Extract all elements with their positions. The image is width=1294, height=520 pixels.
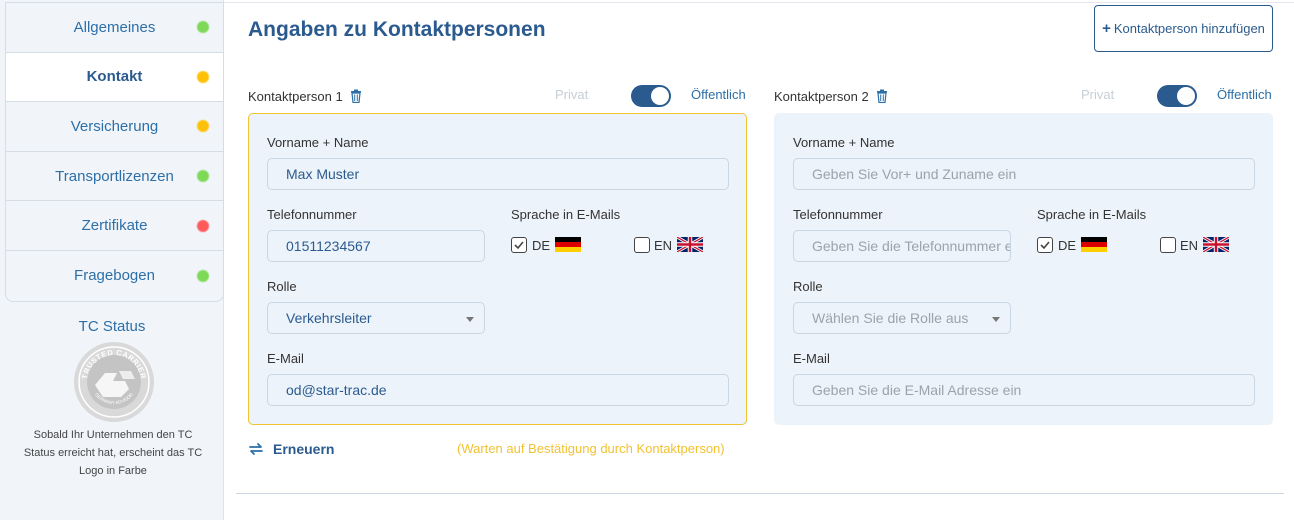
sidebar-item-versicherung[interactable]: Versicherung bbox=[6, 102, 223, 152]
sidebar-item-label: Transportlizenzen bbox=[55, 167, 174, 185]
page-title: Angaben zu Kontaktpersonen bbox=[248, 18, 546, 41]
role-label: Rolle bbox=[793, 279, 823, 294]
contact-2-header: Kontaktperson 2 bbox=[774, 86, 888, 106]
role-label: Rolle bbox=[267, 279, 297, 294]
status-dot-icon bbox=[197, 269, 209, 282]
sidebar-item-label: Zertifikate bbox=[81, 217, 148, 235]
check-icon bbox=[514, 241, 524, 250]
email-label: E-Mail bbox=[793, 351, 830, 366]
contact-1-card: Vorname + Name Max Muster Telefonnummer … bbox=[248, 113, 747, 425]
sidebar-item-allgemeines[interactable]: Allgemeines bbox=[6, 3, 223, 53]
refresh-icon bbox=[249, 443, 263, 455]
status-dot-icon bbox=[197, 219, 209, 232]
german-flag-icon bbox=[1081, 237, 1107, 252]
bottom-divider bbox=[236, 493, 1284, 494]
visibility-toggle[interactable] bbox=[1157, 85, 1197, 107]
role-placeholder: Wählen Sie die Rolle aus bbox=[812, 310, 969, 326]
role-selected-value: Verkehrsleiter bbox=[286, 310, 372, 326]
private-label: Privat bbox=[1081, 87, 1115, 102]
renew-label: Erneuern bbox=[273, 441, 335, 457]
status-dot-icon bbox=[197, 170, 209, 183]
email-label: E-Mail bbox=[267, 351, 304, 366]
language-label: Sprache in E-Mails bbox=[511, 207, 621, 222]
phone-label: Telefonnummer bbox=[267, 207, 357, 222]
lang-en-checkbox[interactable] bbox=[634, 237, 650, 253]
lang-de-checkbox[interactable] bbox=[1037, 237, 1053, 253]
sidebar: Allgemeines Kontakt Versicherung Transpo… bbox=[0, 0, 224, 520]
phone-input[interactable]: 01511234567 bbox=[267, 230, 485, 262]
contact-heading: Kontaktperson 2 bbox=[774, 88, 869, 104]
name-input[interactable]: Max Muster bbox=[267, 158, 729, 190]
lang-en-label: EN bbox=[1180, 238, 1199, 253]
german-flag-icon bbox=[555, 237, 581, 252]
trash-icon[interactable] bbox=[350, 89, 362, 103]
name-label: Vorname + Name bbox=[793, 135, 895, 150]
role-select[interactable]: Wählen Sie die Rolle aus bbox=[793, 302, 1011, 334]
role-select[interactable]: Verkehrsleiter bbox=[267, 302, 485, 334]
sidebar-nav: Allgemeines Kontakt Versicherung Transpo… bbox=[5, 2, 224, 302]
lang-de-checkbox[interactable] bbox=[511, 237, 527, 253]
add-contact-label: Kontaktperson hinzufügen bbox=[1113, 20, 1265, 36]
contact-1-header: Kontaktperson 1 bbox=[248, 86, 362, 106]
sidebar-item-label: Fragebogen bbox=[74, 267, 155, 285]
name-label: Vorname + Name bbox=[267, 135, 369, 150]
sidebar-item-label: Kontakt bbox=[86, 68, 143, 86]
status-dot-icon bbox=[197, 70, 209, 83]
private-label: Privat bbox=[555, 87, 589, 102]
sidebar-item-label: Versicherung bbox=[70, 117, 159, 135]
add-contact-button[interactable]: + Kontaktperson hinzufügen bbox=[1094, 5, 1273, 52]
renew-button[interactable]: Erneuern bbox=[248, 441, 334, 457]
phone-label: Telefonnummer bbox=[793, 207, 883, 222]
trash-icon[interactable] bbox=[876, 89, 888, 103]
lang-en-label: EN bbox=[654, 238, 673, 253]
lang-de-label: DE bbox=[1058, 238, 1077, 253]
chevron-down-icon bbox=[992, 317, 1000, 322]
check-icon bbox=[1040, 241, 1050, 250]
sidebar-item-label: Allgemeines bbox=[73, 18, 156, 36]
status-dot-icon bbox=[197, 120, 209, 133]
public-label: Öffentlich bbox=[691, 87, 746, 102]
sidebar-item-fragebogen[interactable]: Fragebogen bbox=[6, 251, 223, 301]
name-input[interactable]: Geben Sie Vor+ und Zuname ein bbox=[793, 158, 1255, 190]
lang-de-label: DE bbox=[532, 238, 551, 253]
waiting-status-text: (Warten auf Bestätigung durch Kontaktper… bbox=[457, 441, 725, 456]
chevron-down-icon bbox=[466, 317, 474, 322]
language-label: Sprache in E-Mails bbox=[1037, 207, 1147, 222]
top-divider bbox=[224, 2, 1294, 3]
phone-input[interactable]: Geben Sie die Telefonnummer ein bbox=[793, 230, 1011, 262]
sidebar-item-zertifikate[interactable]: Zertifikate bbox=[6, 201, 223, 251]
visibility-toggle[interactable] bbox=[631, 85, 671, 107]
email-input[interactable]: Geben Sie die E-Mail Adresse ein bbox=[793, 374, 1255, 406]
contact-heading: Kontaktperson 1 bbox=[248, 88, 343, 104]
tc-status-title: TC Status bbox=[78, 318, 146, 335]
lang-en-checkbox[interactable] bbox=[1160, 237, 1176, 253]
uk-flag-icon bbox=[1203, 237, 1229, 252]
trusted-carrier-logo-icon: TRUSTED CARRIER GERMANY ADVISOR bbox=[74, 342, 154, 422]
sidebar-item-transportlizenzen[interactable]: Transportlizenzen bbox=[6, 152, 223, 202]
plus-icon: + bbox=[1102, 19, 1111, 37]
status-dot-icon bbox=[197, 21, 209, 34]
tc-status-description: Sobald Ihr Unternehmen den TC Status err… bbox=[23, 429, 203, 477]
toggle-knob bbox=[1177, 87, 1195, 105]
uk-flag-icon bbox=[677, 237, 703, 252]
contact-2-card: Vorname + Name Geben Sie Vor+ und Zuname… bbox=[774, 113, 1273, 425]
public-label: Öffentlich bbox=[1217, 87, 1272, 102]
email-input[interactable]: od@star-trac.de bbox=[267, 374, 729, 406]
sidebar-item-kontakt[interactable]: Kontakt bbox=[6, 52, 223, 103]
toggle-knob bbox=[651, 87, 669, 105]
